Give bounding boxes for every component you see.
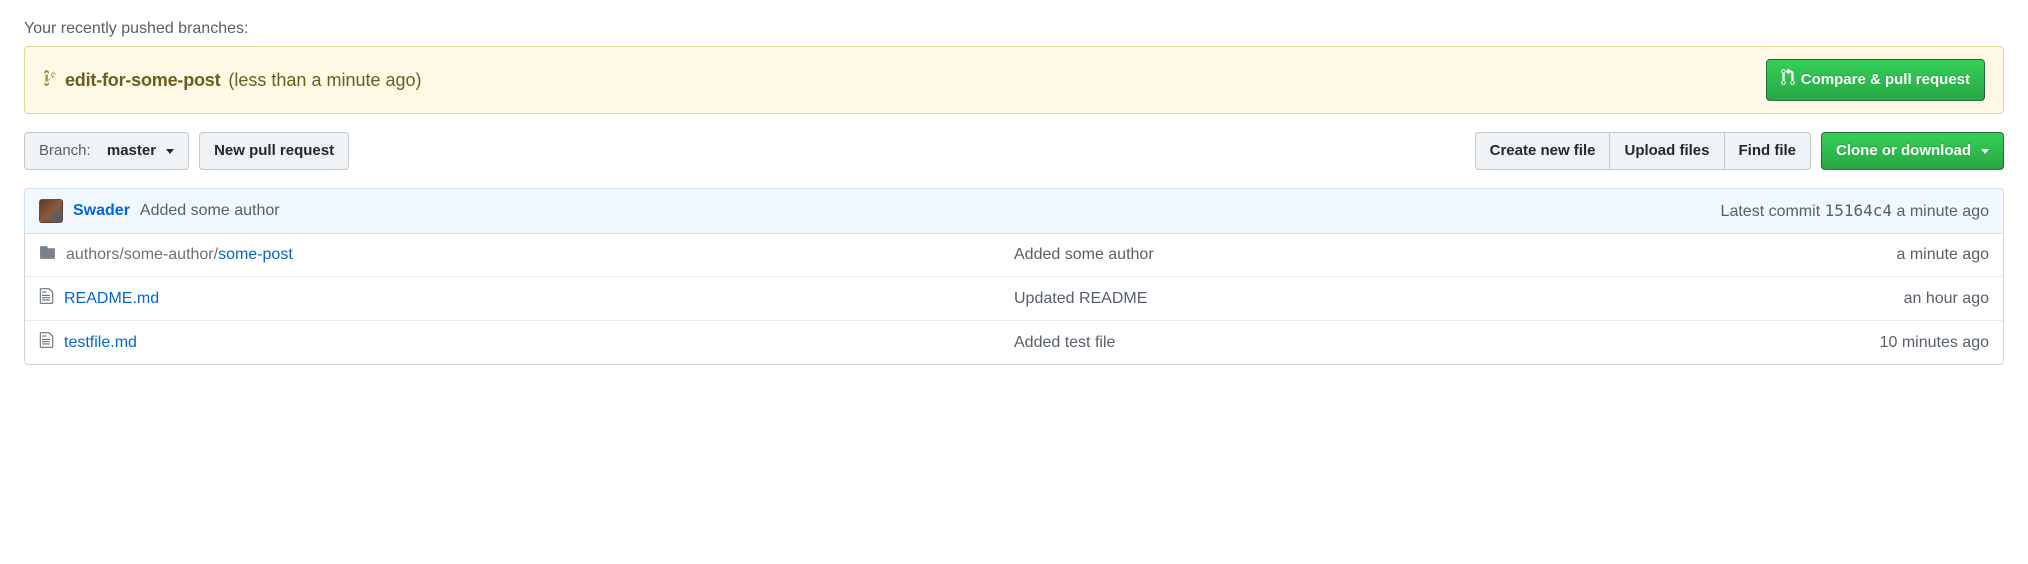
create-new-file-button[interactable]: Create new file bbox=[1475, 132, 1611, 170]
branch-select-value: master bbox=[107, 141, 156, 161]
git-branch-icon bbox=[43, 69, 57, 92]
new-pull-request-button[interactable]: New pull request bbox=[199, 132, 349, 170]
file-toolbar: Branch: master New pull request Create n… bbox=[24, 132, 2004, 170]
latest-commit-bar: Swader Added some author Latest commit 1… bbox=[24, 188, 2004, 234]
commit-sha-link[interactable]: 15164c4 bbox=[1825, 201, 1892, 220]
file-path-link[interactable]: some-post bbox=[218, 246, 293, 263]
file-path[interactable]: authors/some-author/some-post bbox=[66, 246, 293, 264]
branch-select-button[interactable]: Branch: master bbox=[24, 132, 189, 170]
file-list: authors/some-author/some-post Added some… bbox=[24, 234, 2004, 365]
file-commit-message[interactable]: Added some author bbox=[1014, 246, 1896, 264]
avatar[interactable] bbox=[39, 199, 63, 223]
folder-icon bbox=[39, 244, 56, 266]
file-time-ago: a minute ago bbox=[1896, 246, 1989, 264]
branch-select-label: Branch: bbox=[39, 141, 91, 161]
file-actions-group: Create new file Upload files Find file bbox=[1475, 132, 1811, 170]
chevron-down-icon bbox=[1981, 149, 1989, 154]
recent-branch-flash: edit-for-some-post (less than a minute a… bbox=[24, 46, 2004, 114]
file-name-link[interactable]: README.md bbox=[64, 290, 159, 308]
commit-time-ago: a minute ago bbox=[1896, 203, 1989, 220]
commit-message[interactable]: Added some author bbox=[140, 202, 280, 220]
file-icon bbox=[39, 287, 54, 310]
file-time-ago: an hour ago bbox=[1904, 290, 1989, 308]
clone-download-button[interactable]: Clone or download bbox=[1821, 132, 2004, 170]
recent-branch-name[interactable]: edit-for-some-post bbox=[65, 70, 220, 91]
compare-pull-request-button[interactable]: Compare & pull request bbox=[1766, 59, 1985, 101]
chevron-down-icon bbox=[166, 149, 174, 154]
latest-commit-label: Latest commit bbox=[1721, 203, 1821, 220]
file-icon bbox=[39, 331, 54, 354]
table-row: testfile.md Added test file 10 minutes a… bbox=[25, 320, 2003, 364]
file-commit-message[interactable]: Updated README bbox=[1014, 290, 1904, 308]
find-file-button[interactable]: Find file bbox=[1724, 132, 1812, 170]
recent-branch-time: (less than a minute ago) bbox=[228, 70, 421, 91]
table-row: README.md Updated README an hour ago bbox=[25, 276, 2003, 320]
compare-pull-request-label: Compare & pull request bbox=[1801, 70, 1970, 90]
file-path-prefix: authors/some-author/ bbox=[66, 246, 218, 263]
upload-files-button[interactable]: Upload files bbox=[1609, 132, 1724, 170]
file-commit-message[interactable]: Added test file bbox=[1014, 334, 1880, 352]
table-row: authors/some-author/some-post Added some… bbox=[25, 234, 2003, 276]
git-pull-request-icon bbox=[1781, 68, 1795, 92]
recent-branches-heading: Your recently pushed branches: bbox=[24, 20, 2004, 38]
file-name-link[interactable]: testfile.md bbox=[64, 334, 137, 352]
file-time-ago: 10 minutes ago bbox=[1880, 334, 1989, 352]
clone-download-label: Clone or download bbox=[1836, 141, 1971, 161]
commit-author-link[interactable]: Swader bbox=[73, 202, 130, 220]
